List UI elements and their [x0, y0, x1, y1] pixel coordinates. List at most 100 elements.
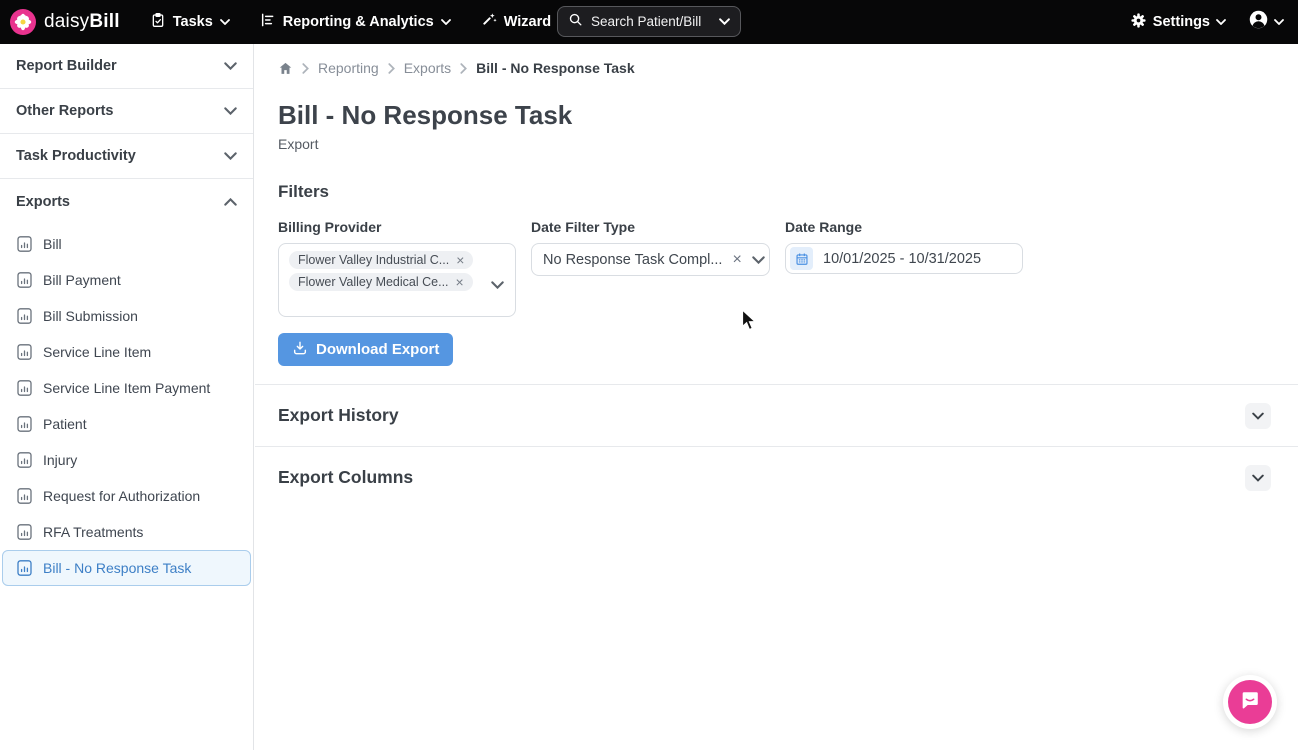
sidebar-section-task-productivity[interactable]: Task Productivity: [0, 134, 253, 179]
document-chart-icon: [17, 272, 32, 288]
settings-menu[interactable]: Settings: [1130, 12, 1226, 33]
provider-chip: Flower Valley Industrial C... ×: [289, 251, 473, 269]
chevron-down-icon: [224, 152, 237, 160]
top-navbar: daisyBill Tasks Reporting & Analytics Wi…: [0, 0, 1298, 44]
chevron-down-icon: [719, 18, 730, 25]
chip-label: Flower Valley Industrial C...: [298, 253, 449, 267]
date-range-input[interactable]: 10/01/2025 - 10/31/2025: [785, 243, 1023, 274]
breadcrumb-reporting[interactable]: Reporting: [318, 60, 379, 76]
chevron-down-icon[interactable]: [752, 256, 765, 264]
sidebar-item-label: Bill - No Response Task: [43, 560, 191, 576]
export-history-expand-button[interactable]: [1245, 403, 1271, 429]
date-filter-type-value: No Response Task Compl...: [543, 252, 722, 268]
chevron-down-icon: [224, 62, 237, 70]
gear-icon: [1130, 12, 1147, 33]
chevron-down-icon: [1252, 470, 1264, 485]
bar-chart-icon: [260, 12, 276, 32]
sidebar: Report Builder Other Reports Task Produc…: [0, 44, 254, 750]
home-icon[interactable]: [278, 61, 293, 76]
sidebar-item-service-line-item[interactable]: Service Line Item: [2, 334, 251, 370]
chevron-right-icon: [388, 63, 395, 74]
date-filter-type-label: Date Filter Type: [531, 219, 770, 235]
sidebar-section-other-reports[interactable]: Other Reports: [0, 89, 253, 134]
date-range-field: Date Range 10/01/2025 - 10/31/2025: [785, 219, 1023, 317]
document-chart-icon: [17, 452, 32, 468]
provider-chip: Flower Valley Medical Ce... ×: [289, 273, 473, 291]
nav-menu-label: Wizard: [504, 14, 551, 30]
download-export-button[interactable]: Download Export: [278, 333, 453, 366]
document-chart-icon: [17, 524, 32, 540]
sidebar-item-bill-submission[interactable]: Bill Submission: [2, 298, 251, 334]
remove-chip-icon[interactable]: ×: [456, 253, 464, 267]
section-label: Task Productivity: [16, 148, 136, 164]
nav-menus: Tasks Reporting & Analytics Wizard: [150, 12, 568, 32]
sidebar-section-report-builder[interactable]: Report Builder: [0, 44, 253, 89]
nav-menu-label: Tasks: [173, 14, 213, 30]
document-chart-icon: [17, 380, 32, 396]
search-icon: [568, 12, 583, 32]
export-columns-section: Export Columns: [255, 446, 1298, 508]
chip-label: Flower Valley Medical Ce...: [298, 275, 449, 289]
date-filter-type-field: Date Filter Type No Response Task Compl.…: [531, 219, 770, 317]
sidebar-item-service-line-item-payment[interactable]: Service Line Item Payment: [2, 370, 251, 406]
date-filter-type-select[interactable]: No Response Task Compl... ×: [531, 243, 770, 276]
sidebar-item-request-for-authorization[interactable]: Request for Authorization: [2, 478, 251, 514]
remove-chip-icon[interactable]: ×: [456, 275, 464, 289]
sidebar-item-label: Request for Authorization: [43, 488, 200, 504]
sidebar-item-patient[interactable]: Patient: [2, 406, 251, 442]
exports-list: Bill Bill Payment Bill Submission Servic…: [0, 224, 253, 586]
sidebar-item-bill-payment[interactable]: Bill Payment: [2, 262, 251, 298]
chevron-down-icon: [224, 107, 237, 115]
billing-provider-multiselect[interactable]: Flower Valley Industrial C... × Flower V…: [278, 243, 516, 317]
nav-menu-label: Reporting & Analytics: [283, 14, 434, 30]
sidebar-item-bill-no-response-task[interactable]: Bill - No Response Task: [2, 550, 251, 586]
sidebar-item-injury[interactable]: Injury: [2, 442, 251, 478]
breadcrumb-exports[interactable]: Exports: [404, 60, 451, 76]
billing-provider-field: Billing Provider Flower Valley Industria…: [278, 219, 516, 317]
daisybill-logo[interactable]: daisyBill: [0, 9, 134, 35]
main-content: Reporting Exports Bill - No Response Tas…: [255, 44, 1298, 750]
sidebar-item-label: Service Line Item Payment: [43, 380, 210, 396]
chevron-down-icon: [1216, 19, 1226, 25]
sidebar-item-label: Bill Payment: [43, 272, 121, 288]
search-patient-bill[interactable]: Search Patient/Bill: [557, 6, 741, 37]
collapsible-sections: Export History Export Columns: [255, 384, 1298, 508]
document-chart-icon: [17, 344, 32, 360]
filters-row: Billing Provider Flower Valley Industria…: [278, 219, 1298, 317]
export-history-heading: Export History: [278, 405, 399, 426]
billing-provider-label: Billing Provider: [278, 219, 516, 235]
date-range-label: Date Range: [785, 219, 1023, 235]
sidebar-section-exports[interactable]: Exports: [0, 179, 253, 224]
export-columns-expand-button[interactable]: [1245, 465, 1271, 491]
sidebar-item-bill[interactable]: Bill: [2, 226, 251, 262]
sidebar-item-label: Bill Submission: [43, 308, 138, 324]
document-chart-icon: [17, 416, 32, 432]
nav-menu-tasks[interactable]: Tasks: [150, 12, 230, 32]
user-account-menu[interactable]: [1248, 9, 1284, 35]
chevron-down-icon: [1252, 408, 1264, 423]
chevron-up-icon: [224, 198, 237, 206]
brand-wordmark: daisyBill: [44, 11, 120, 33]
document-chart-icon: [17, 308, 32, 324]
download-icon: [292, 340, 308, 360]
chevron-down-icon[interactable]: [491, 276, 504, 294]
section-label: Report Builder: [16, 58, 117, 74]
chevron-right-icon: [302, 63, 309, 74]
date-range-value: 10/01/2025 - 10/31/2025: [823, 251, 981, 267]
breadcrumb-current: Bill - No Response Task: [476, 60, 634, 76]
chevron-down-icon: [441, 19, 451, 25]
sidebar-item-label: Patient: [43, 416, 87, 432]
nav-menu-reporting-analytics[interactable]: Reporting & Analytics: [260, 12, 451, 32]
document-chart-icon: [17, 560, 32, 576]
sidebar-item-label: Injury: [43, 452, 77, 468]
clear-selection-icon[interactable]: ×: [732, 252, 741, 268]
filters-heading: Filters: [278, 182, 1298, 202]
nav-right-group: Settings: [1130, 0, 1284, 44]
nav-menu-wizard[interactable]: Wizard: [481, 12, 568, 32]
document-chart-icon: [17, 488, 32, 504]
search-label: Search Patient/Bill: [591, 14, 711, 29]
page-title: Bill - No Response Task: [278, 100, 1298, 131]
download-button-label: Download Export: [316, 341, 439, 358]
sidebar-item-rfa-treatments[interactable]: RFA Treatments: [2, 514, 251, 550]
chat-widget-button[interactable]: [1223, 675, 1277, 729]
